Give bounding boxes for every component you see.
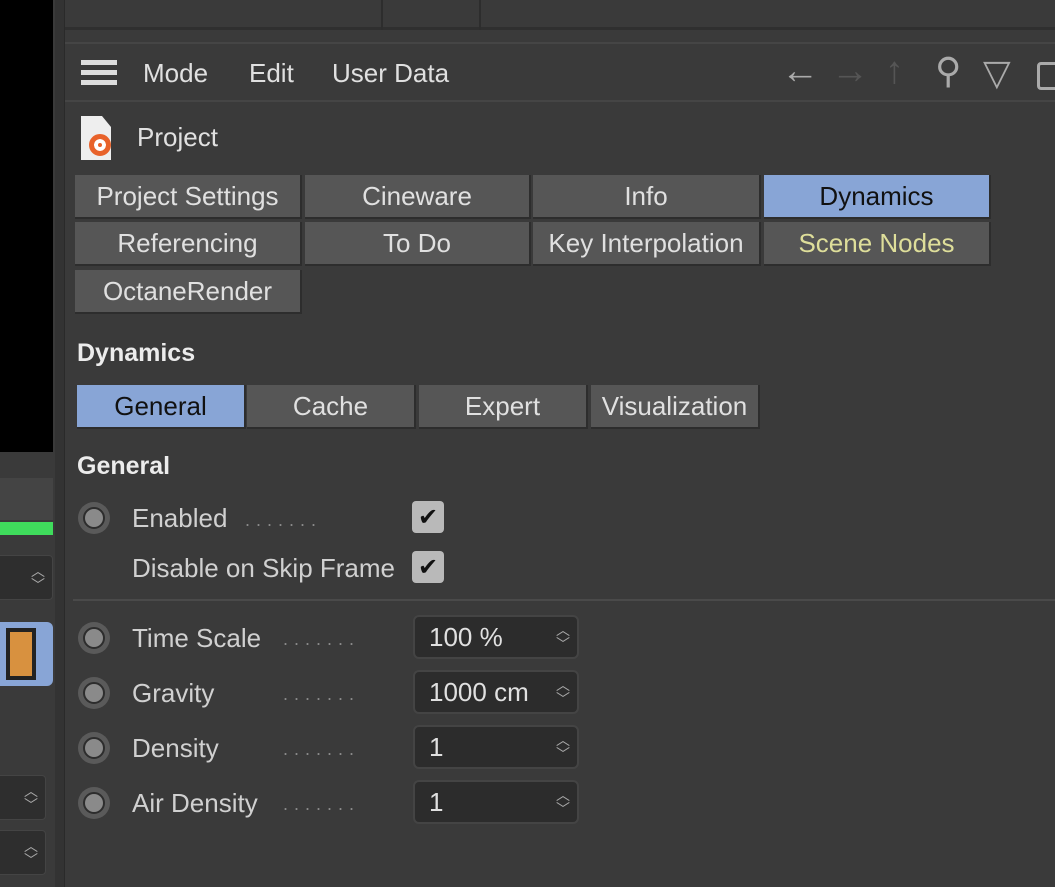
- left-spinner-2[interactable]: ︿ ﹀: [0, 775, 46, 820]
- animate-radio-time-scale[interactable]: [78, 622, 110, 654]
- tab-referencing[interactable]: Referencing: [75, 222, 302, 266]
- time-scale-field[interactable]: 100 % ︿ ﹀: [413, 615, 579, 659]
- subtab-expert[interactable]: Expert: [419, 385, 588, 429]
- tab-to-do[interactable]: To Do: [305, 222, 531, 266]
- search-icon[interactable]: ⚲: [935, 50, 961, 92]
- gravity-value: 1000 cm: [429, 676, 529, 707]
- subtab-visualization[interactable]: Visualization: [591, 385, 760, 429]
- viewport: [0, 0, 53, 452]
- group-title: General: [77, 452, 171, 480]
- enabled-label: Enabled: [132, 503, 228, 533]
- separator: [73, 599, 1055, 601]
- spinner-arrows-icon[interactable]: ︿ ﹀: [555, 788, 571, 816]
- back-arrow-icon[interactable]: ←: [781, 50, 819, 93]
- spinner-arrows-icon[interactable]: ︿ ﹀: [555, 678, 571, 706]
- gravity-field[interactable]: 1000 cm ︿ ﹀: [413, 670, 579, 714]
- animate-radio-enabled[interactable]: [78, 502, 110, 534]
- animate-radio-density[interactable]: [78, 732, 110, 764]
- air-density-label: Air Density: [132, 788, 258, 818]
- lock-icon[interactable]: [1037, 62, 1055, 90]
- density-label: Density: [132, 733, 219, 763]
- filter-icon[interactable]: ▽: [983, 52, 1011, 94]
- menu-bar: Mode Edit User Data ← → ↑ ⚲ ▽: [65, 42, 1055, 102]
- up-arrow-icon[interactable]: ↑: [885, 50, 904, 93]
- dots: .......: [245, 510, 323, 530]
- subtab-general[interactable]: General: [77, 385, 246, 429]
- attribute-manager: Mode Edit User Data ← → ↑ ⚲ ▽ Project Dy…: [64, 0, 1055, 887]
- tab-project-settings[interactable]: Project Settings: [75, 175, 302, 219]
- animate-radio-air-density[interactable]: [78, 787, 110, 819]
- forward-arrow-icon[interactable]: →: [831, 50, 869, 93]
- film-button[interactable]: [0, 622, 53, 686]
- dots: .......: [283, 684, 361, 704]
- enabled-checkbox[interactable]: ✔: [412, 501, 444, 533]
- density-field[interactable]: 1 ︿ ﹀: [413, 725, 579, 769]
- tab-info[interactable]: Info: [533, 175, 761, 219]
- disable-skip-frame-checkbox[interactable]: ✔: [412, 551, 444, 583]
- tab-cineware[interactable]: Cineware: [305, 175, 531, 219]
- left-spinner-3[interactable]: ︿ ﹀: [0, 830, 46, 875]
- menu-mode[interactable]: Mode: [143, 58, 208, 89]
- menu-edit[interactable]: Edit: [249, 58, 294, 89]
- air-density-value: 1: [429, 786, 444, 817]
- spinner-arrows-icon[interactable]: ︿ ﹀: [555, 623, 571, 651]
- object-title: Project: [137, 122, 218, 152]
- dots: .......: [283, 794, 361, 814]
- top-bar: [65, 0, 1055, 30]
- dots: .......: [283, 739, 361, 759]
- air-density-field[interactable]: 1 ︿ ﹀: [413, 780, 579, 824]
- animate-radio-gravity[interactable]: [78, 677, 110, 709]
- disable-skip-frame-label: Disable on Skip Frame: [132, 553, 395, 583]
- left-spinner[interactable]: ︿ ﹀: [0, 555, 53, 600]
- tab-octanerender[interactable]: OctaneRender: [75, 270, 302, 314]
- tab-scene-nodes[interactable]: Scene Nodes: [764, 222, 991, 266]
- tab-dynamics[interactable]: Dynamics: [764, 175, 991, 219]
- gravity-label: Gravity: [132, 678, 215, 708]
- tab-key-interpolation[interactable]: Key Interpolation: [533, 222, 761, 266]
- density-value: 1: [429, 731, 444, 762]
- menu-user-data[interactable]: User Data: [332, 58, 449, 89]
- section-title: Dynamics: [77, 339, 196, 367]
- left-header: [0, 478, 53, 520]
- spinner-arrows-icon[interactable]: ︿ ﹀: [555, 733, 571, 761]
- project-icon: [81, 116, 111, 160]
- left-panel: ︿ ﹀ ︿ ﹀ ︿ ﹀: [0, 0, 55, 887]
- film-icon: [6, 628, 36, 680]
- time-scale-label: Time Scale: [132, 623, 262, 653]
- dots: .......: [283, 629, 361, 649]
- time-scale-value: 100 %: [429, 621, 503, 652]
- progress-bar: [0, 522, 53, 535]
- subtab-cache[interactable]: Cache: [247, 385, 416, 429]
- hamburger-icon[interactable]: [81, 60, 117, 86]
